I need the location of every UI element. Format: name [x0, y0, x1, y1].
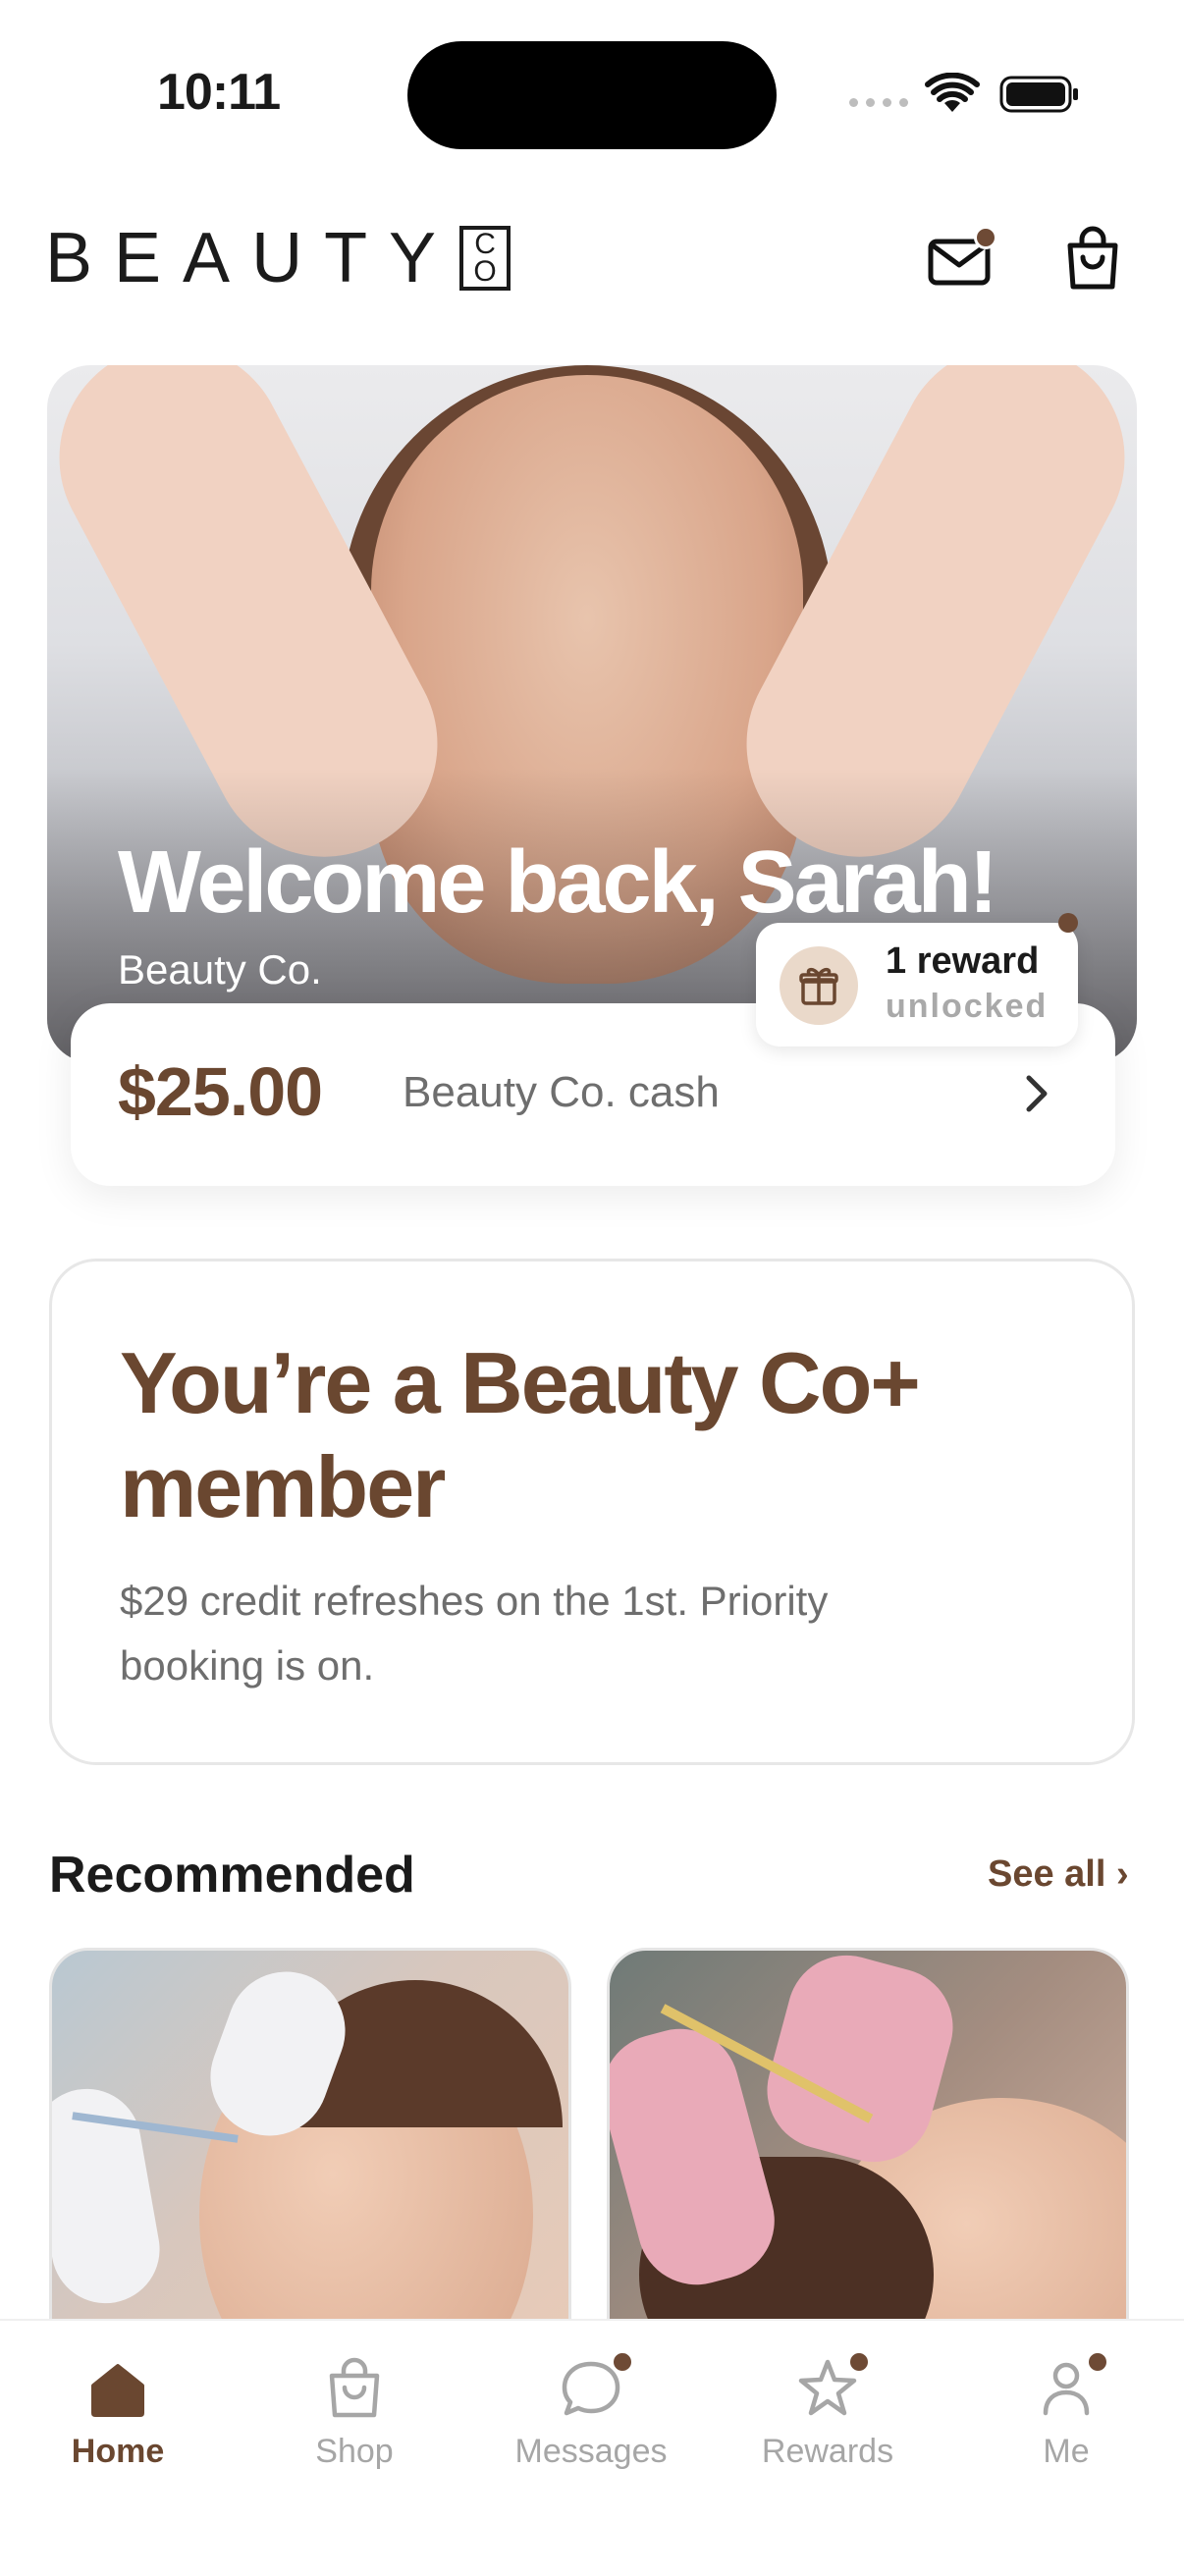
wifi-icon — [925, 73, 980, 112]
logo-text: BEAUTY — [45, 219, 458, 297]
mail-button[interactable] — [925, 226, 997, 295]
status-time: 10:11 — [157, 64, 281, 121]
me-notification-dot — [1086, 2350, 1109, 2374]
cash-label: Beauty Co. cash — [403, 1068, 720, 1116]
reward-chip[interactable]: 1 reward unlocked — [756, 923, 1078, 1046]
tab-label: Shop — [315, 2433, 394, 2470]
tab-label: Messages — [514, 2433, 668, 2470]
shopping-bag-icon — [329, 2357, 380, 2418]
tab-messages[interactable]: Messages — [493, 2350, 689, 2471]
reward-notification-dot — [1058, 913, 1078, 933]
reward-title: 1 reward — [886, 940, 1040, 982]
shopping-bag-icon — [1067, 226, 1118, 290]
hero-subtitle: Beauty Co. — [118, 946, 322, 993]
mail-notification-dot — [974, 226, 997, 249]
logo-monogram: C O — [459, 226, 511, 291]
tab-me[interactable]: Me — [968, 2350, 1164, 2471]
rewards-notification-dot — [847, 2350, 871, 2374]
recommended-card[interactable] — [607, 1948, 1129, 2360]
recommended-card[interactable] — [49, 1948, 571, 2360]
tab-label: Home — [71, 2433, 165, 2470]
tab-home[interactable]: Home — [20, 2356, 216, 2471]
tab-rewards[interactable]: Rewards — [729, 2350, 926, 2471]
chevron-right-icon[interactable] — [1019, 1072, 1054, 1115]
brand-logo[interactable]: BEAUTY C O — [45, 218, 511, 298]
recommended-heading: Recommended — [49, 1847, 415, 1904]
cellular-signal-icon — [849, 98, 908, 107]
membership-title: You’re a Beauty Co+ member — [120, 1334, 921, 1535]
gift-icon — [780, 946, 858, 1025]
tab-label: Me — [1043, 2433, 1090, 2470]
tab-shop[interactable]: Shop — [256, 2356, 453, 2471]
tab-label: Rewards — [761, 2433, 894, 2470]
see-all-link[interactable]: See all › — [988, 1853, 1129, 1896]
cash-amount: $25.00 — [118, 1053, 323, 1130]
dynamic-island — [407, 41, 777, 149]
welcome-heading: Welcome back, Sarah! — [118, 833, 998, 932]
reward-subtitle: unlocked — [886, 988, 1049, 1025]
messages-notification-dot — [611, 2350, 634, 2374]
home-icon — [91, 2364, 144, 2417]
membership-description: $29 credit refreshes on the 1st. Priorit… — [120, 1578, 829, 1689]
cart-button[interactable] — [1058, 224, 1127, 293]
battery-icon — [999, 76, 1078, 113]
